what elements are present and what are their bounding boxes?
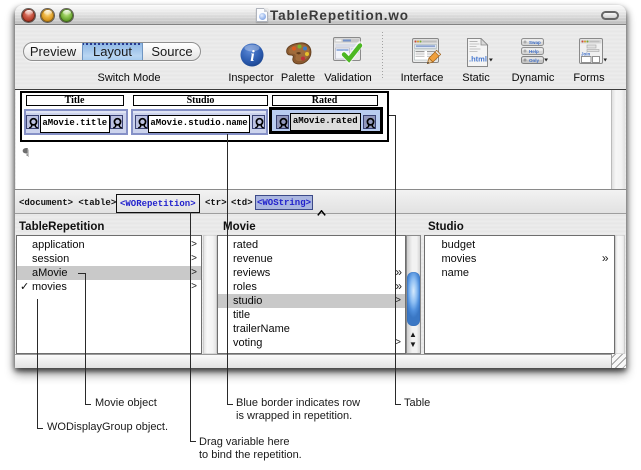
svg-text:.html: .html: [469, 55, 487, 64]
svg-text:Only: Only: [529, 58, 539, 63]
svg-text:Swap: Swap: [529, 40, 541, 45]
svg-text:Help: Help: [529, 49, 539, 54]
svg-text:Join: Join: [581, 52, 591, 57]
svg-text:i: i: [250, 48, 255, 65]
